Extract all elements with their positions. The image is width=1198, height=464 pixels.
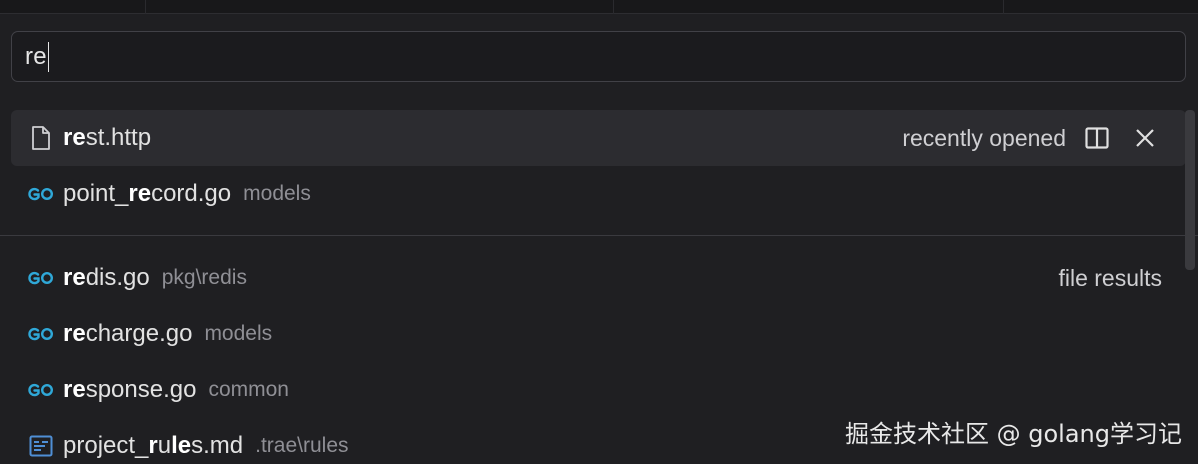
result-item-recharge[interactable]: recharge.go models xyxy=(11,306,1186,362)
search-input-value[interactable]: re xyxy=(25,43,47,71)
result-path: models xyxy=(243,182,311,205)
result-path: pkg\redis xyxy=(161,266,247,289)
search-input[interactable]: re xyxy=(11,31,1186,82)
markdown-icon xyxy=(26,431,56,461)
go-icon xyxy=(26,319,56,349)
result-item-redis[interactable]: redis.go pkg\redis file results xyxy=(11,250,1186,306)
result-item-response[interactable]: response.go common xyxy=(11,362,1186,418)
result-item-rest-http[interactable]: rest.http recently opened xyxy=(11,110,1186,166)
result-path: models xyxy=(204,322,273,345)
result-path: common xyxy=(208,378,289,401)
close-icon[interactable] xyxy=(1128,121,1162,155)
text-caret xyxy=(47,41,50,72)
quick-open-window: re rest.http recently opened point_recor… xyxy=(0,0,1198,464)
go-icon xyxy=(26,179,56,209)
watermark: 掘金技术社区 @ golang学习记 xyxy=(845,420,1182,448)
go-icon xyxy=(26,263,56,293)
top-tab-strip xyxy=(0,0,1198,14)
file-results-label: file results xyxy=(1058,264,1162,291)
open-to-side-icon[interactable] xyxy=(1080,121,1114,155)
file-icon xyxy=(26,123,56,153)
result-filename: recharge.go xyxy=(63,320,193,347)
result-filename: project_rules.md xyxy=(63,432,244,459)
results-separator xyxy=(0,235,1198,236)
result-filename: point_record.go xyxy=(63,180,232,207)
recently-opened-label: recently opened xyxy=(902,124,1066,151)
result-item-point-record[interactable]: point_record.go models xyxy=(11,166,1186,222)
go-icon xyxy=(26,375,56,405)
scrollbar[interactable] xyxy=(1185,110,1195,270)
result-filename: redis.go xyxy=(63,264,150,291)
result-path: .trae\rules xyxy=(255,434,349,457)
result-filename: rest.http xyxy=(63,124,152,151)
result-filename: response.go xyxy=(63,376,197,403)
